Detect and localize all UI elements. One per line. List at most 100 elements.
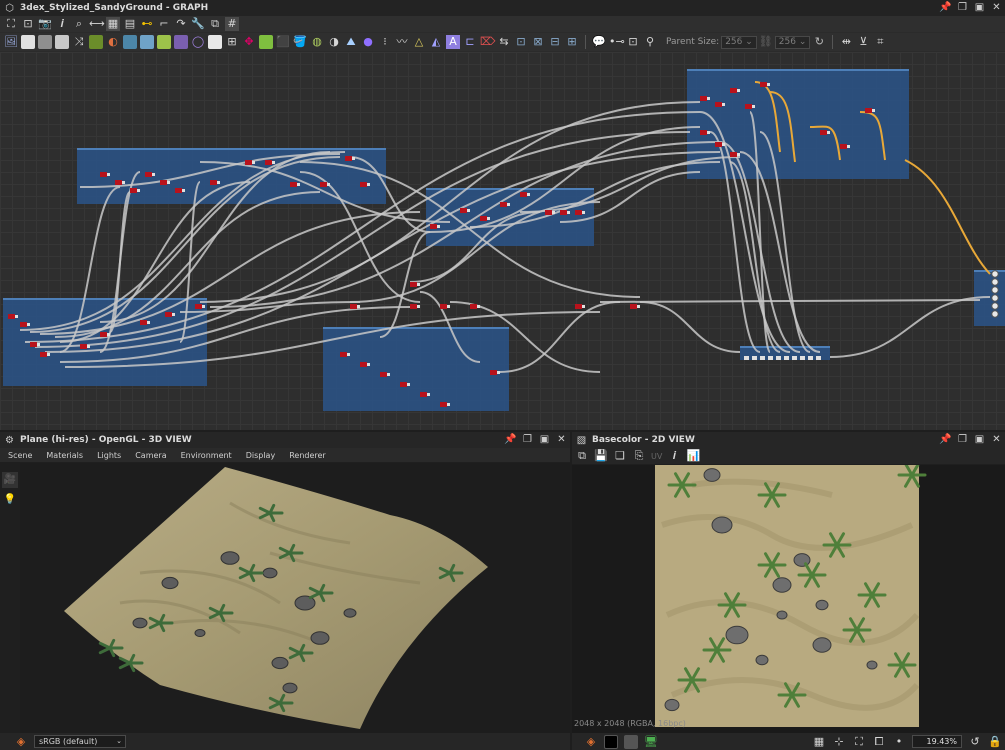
sphere-node-icon[interactable]: ● bbox=[361, 35, 375, 49]
layers-icon[interactable]: ◈ bbox=[584, 735, 598, 749]
fx-map-icon[interactable]: ✥ bbox=[242, 35, 256, 49]
columns-icon[interactable]: ▤ bbox=[123, 17, 137, 31]
duplicate-icon[interactable]: ❏ bbox=[613, 449, 627, 463]
bucket-node-icon[interactable]: 🪣 bbox=[293, 35, 307, 49]
dot-node-icon[interactable]: •⊸ bbox=[609, 35, 625, 49]
pin-icon[interactable]: 📌 bbox=[504, 433, 517, 446]
menu-camera[interactable]: Camera bbox=[135, 451, 166, 460]
close-icon[interactable]: ✕ bbox=[555, 433, 568, 446]
menu-materials[interactable]: Materials bbox=[46, 451, 83, 460]
pin-icon[interactable]: 📌 bbox=[939, 433, 952, 446]
sharpen-node-icon[interactable] bbox=[208, 35, 222, 49]
info-icon[interactable]: 𝒊 bbox=[667, 449, 681, 463]
menu-display[interactable]: Display bbox=[246, 451, 276, 460]
wire-style-icon[interactable]: ⌐ bbox=[157, 17, 171, 31]
menu-renderer[interactable]: Renderer bbox=[289, 451, 326, 460]
fit-icon[interactable]: ⛶ bbox=[852, 735, 866, 749]
parent-size-select[interactable]: 256 ⌄ bbox=[721, 35, 757, 49]
restore-icon[interactable]: ❐ bbox=[521, 433, 534, 446]
channel-node-icon[interactable]: ◑ bbox=[327, 35, 341, 49]
close-icon[interactable]: ✕ bbox=[990, 1, 1003, 14]
camera-icon[interactable]: 📷 bbox=[38, 17, 52, 31]
restore-icon[interactable]: ❐ bbox=[956, 1, 969, 14]
svg-node-icon[interactable] bbox=[21, 35, 35, 49]
value-node-icon[interactable]: ⁝ bbox=[378, 35, 392, 49]
lock-icon[interactable]: 🔒 bbox=[988, 735, 1002, 749]
triangle-node-icon[interactable]: △ bbox=[412, 35, 426, 49]
maximize-icon[interactable]: ▣ bbox=[538, 433, 551, 446]
crop-node-icon[interactable]: ⊏ bbox=[463, 35, 477, 49]
export-icon[interactable]: ⎘ bbox=[632, 449, 646, 463]
pattern-node-icon[interactable]: 〰 bbox=[395, 35, 409, 49]
close-icon[interactable]: ✕ bbox=[990, 433, 1003, 446]
gray-bg-icon[interactable] bbox=[624, 734, 638, 749]
colorspace-select[interactable]: sRGB (default) ⌄ bbox=[34, 735, 126, 748]
pixel-processor-icon[interactable] bbox=[259, 35, 273, 49]
input-node-icon[interactable]: ⊡ bbox=[514, 35, 528, 49]
menu-lights[interactable]: Lights bbox=[97, 451, 121, 460]
search-icon[interactable]: ⌕ bbox=[72, 17, 86, 31]
text-a-node-icon[interactable]: A bbox=[446, 35, 460, 49]
camera-tool-icon[interactable]: 🎥 bbox=[2, 472, 18, 488]
curve-icon[interactable]: ↷ bbox=[174, 17, 188, 31]
fit-view-icon[interactable]: ⛶ bbox=[4, 17, 18, 31]
save-icon[interactable]: 💾 bbox=[594, 449, 608, 463]
layout-icon[interactable]: ▦ bbox=[106, 17, 120, 31]
levels-node-icon[interactable] bbox=[123, 35, 137, 49]
light-tool-icon[interactable]: 💡 bbox=[2, 492, 18, 508]
align-icon[interactable]: ⇹ bbox=[839, 35, 853, 49]
distance-node-icon[interactable]: ⊞ bbox=[225, 35, 239, 49]
zoom-field[interactable]: 19.43% bbox=[912, 735, 962, 748]
crop-frame-icon[interactable]: ⌗ bbox=[873, 35, 887, 49]
maximize-icon[interactable]: ▣ bbox=[973, 433, 986, 446]
histogram-icon[interactable]: 📊 bbox=[686, 449, 700, 463]
grid-icon[interactable]: # bbox=[225, 17, 239, 31]
refresh-icon[interactable]: ↺ bbox=[968, 735, 982, 749]
connect-icon[interactable]: ⊷ bbox=[140, 17, 154, 31]
copy-view-icon[interactable]: ⧉ bbox=[575, 449, 589, 463]
curve-node-icon[interactable]: ◭ bbox=[429, 35, 443, 49]
reset-size-icon[interactable]: ↻ bbox=[812, 35, 826, 49]
image-output-icon[interactable]: ⊟ bbox=[548, 35, 562, 49]
view2d-viewport[interactable] bbox=[572, 465, 1005, 733]
normal-node-icon[interactable] bbox=[140, 35, 154, 49]
grid-view-icon[interactable]: ▦ bbox=[812, 735, 826, 749]
tile-icon[interactable]: ⊹ bbox=[832, 735, 846, 749]
switch-node-icon[interactable]: ⇆ bbox=[497, 35, 511, 49]
link-size-icon[interactable]: ⛓ bbox=[759, 35, 773, 49]
paint-node-icon[interactable]: ⌦ bbox=[480, 35, 496, 49]
frame-selection-icon[interactable]: ⊡ bbox=[21, 17, 35, 31]
blur-node-icon[interactable]: ◯ bbox=[191, 35, 205, 49]
info-icon[interactable]: 𝒊 bbox=[55, 17, 69, 31]
gradient-node-icon[interactable] bbox=[89, 35, 103, 49]
layers-icon[interactable]: ◈ bbox=[14, 735, 28, 749]
maximize-icon[interactable]: ▣ bbox=[973, 1, 986, 14]
pin-node-icon[interactable]: ⚲ bbox=[643, 35, 657, 49]
output-node-icon[interactable]: ⊠ bbox=[531, 35, 545, 49]
bitmap-node-icon[interactable]: 🖼 bbox=[4, 35, 18, 49]
comment-icon[interactable]: 💬 bbox=[592, 35, 606, 49]
screen-icon[interactable]: 🖥 bbox=[644, 735, 658, 749]
graph-canvas[interactable] bbox=[0, 52, 1005, 430]
mountain-node-icon[interactable]: ⛰ bbox=[344, 35, 358, 49]
link-icon[interactable]: ⟷ bbox=[89, 17, 105, 31]
text-node-icon[interactable] bbox=[38, 35, 52, 49]
warp-node-icon[interactable] bbox=[157, 35, 171, 49]
pass-through-icon[interactable]: ⊞ bbox=[565, 35, 579, 49]
menu-environment[interactable]: Environment bbox=[181, 451, 232, 460]
actual-size-icon[interactable]: ⧠ bbox=[872, 735, 886, 749]
view3d-viewport[interactable] bbox=[20, 463, 570, 733]
uv-toggle[interactable]: UV bbox=[651, 452, 662, 461]
emboss-node-icon[interactable]: ◍ bbox=[310, 35, 324, 49]
frame-node-icon[interactable]: ⊡ bbox=[626, 35, 640, 49]
shuffle-node-icon[interactable]: ⤨ bbox=[72, 35, 86, 49]
pin-icon[interactable]: 📌 bbox=[939, 1, 952, 14]
distribute-icon[interactable]: ⊻ bbox=[856, 35, 870, 49]
black-bg-icon[interactable] bbox=[604, 734, 618, 749]
transform-node-icon[interactable] bbox=[174, 35, 188, 49]
restore-icon[interactable]: ❐ bbox=[956, 433, 969, 446]
hsl-node-icon[interactable]: ◐ bbox=[106, 35, 120, 49]
menu-scene[interactable]: Scene bbox=[8, 451, 32, 460]
cube-node-icon[interactable]: ⬛ bbox=[276, 35, 290, 49]
blend-node-icon[interactable] bbox=[55, 35, 69, 49]
